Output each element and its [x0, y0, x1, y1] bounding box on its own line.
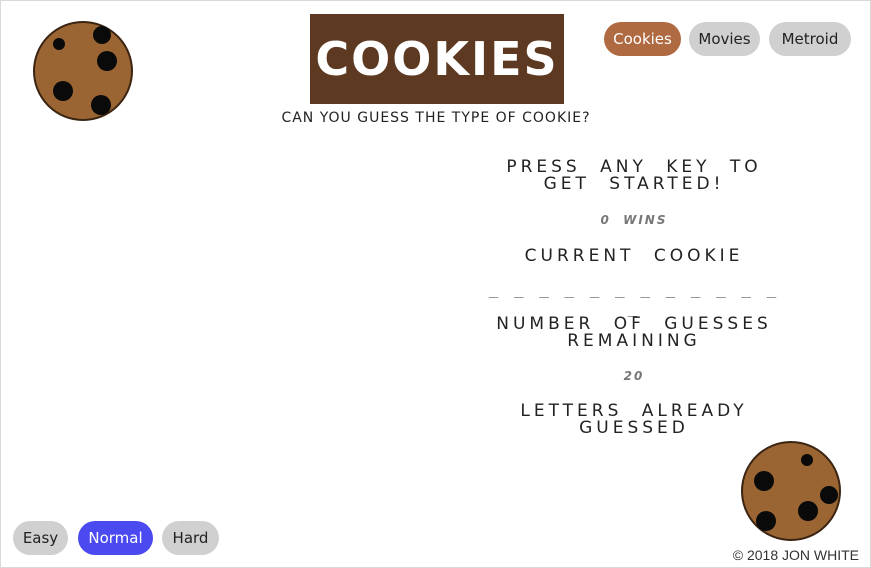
letters-guessed-label: LETTERS ALREADY GUESSED: [520, 401, 748, 438]
nav-metroid-button[interactable]: Metroid: [769, 22, 851, 56]
current-word-blanks: _ _ _ _ _ _ _ _ _ _ _ _ _: [488, 279, 780, 317]
start-prompt: PRESS ANY KEY TO GET STARTED!: [506, 157, 762, 194]
wins-counter: 0 WINS: [479, 213, 789, 227]
difficulty-easy-button[interactable]: Easy: [13, 521, 68, 555]
nav-movies-button[interactable]: Movies: [689, 22, 760, 56]
copyright-footer: © 2018 JON WHITE: [732, 547, 859, 563]
page-frame: COOKIES CAN YOU GUESS THE TYPE OF COOKIE…: [0, 0, 871, 568]
chocolate-chip: [97, 51, 117, 71]
nav-cookies-button[interactable]: Cookies: [604, 22, 681, 56]
page-subtitle: CAN YOU GUESS THE TYPE OF COOKIE?: [281, 110, 591, 126]
chocolate-chip: [53, 38, 65, 50]
chocolate-chip: [820, 486, 838, 504]
chocolate-chip: [801, 454, 813, 466]
chocolate-chip: [798, 501, 818, 521]
guesses-remaining-label: NUMBER OF GUESSES REMAINING: [496, 314, 772, 351]
difficulty-normal-button[interactable]: Normal: [78, 521, 153, 555]
wins-count: 0: [600, 213, 611, 227]
chocolate-chip: [756, 511, 776, 531]
page-title: COOKIES: [310, 14, 564, 104]
cookie-icon: [741, 441, 841, 541]
chocolate-chip: [754, 471, 774, 491]
chocolate-chip: [93, 26, 111, 44]
cookie-icon: [33, 21, 133, 121]
difficulty-hard-button[interactable]: Hard: [162, 521, 219, 555]
guesses-remaining-value: 20: [623, 369, 645, 383]
current-cookie-label: CURRENT COOKIE: [524, 246, 744, 266]
chocolate-chip: [53, 81, 73, 101]
wins-label: WINS: [623, 213, 668, 227]
chocolate-chip: [91, 95, 111, 115]
